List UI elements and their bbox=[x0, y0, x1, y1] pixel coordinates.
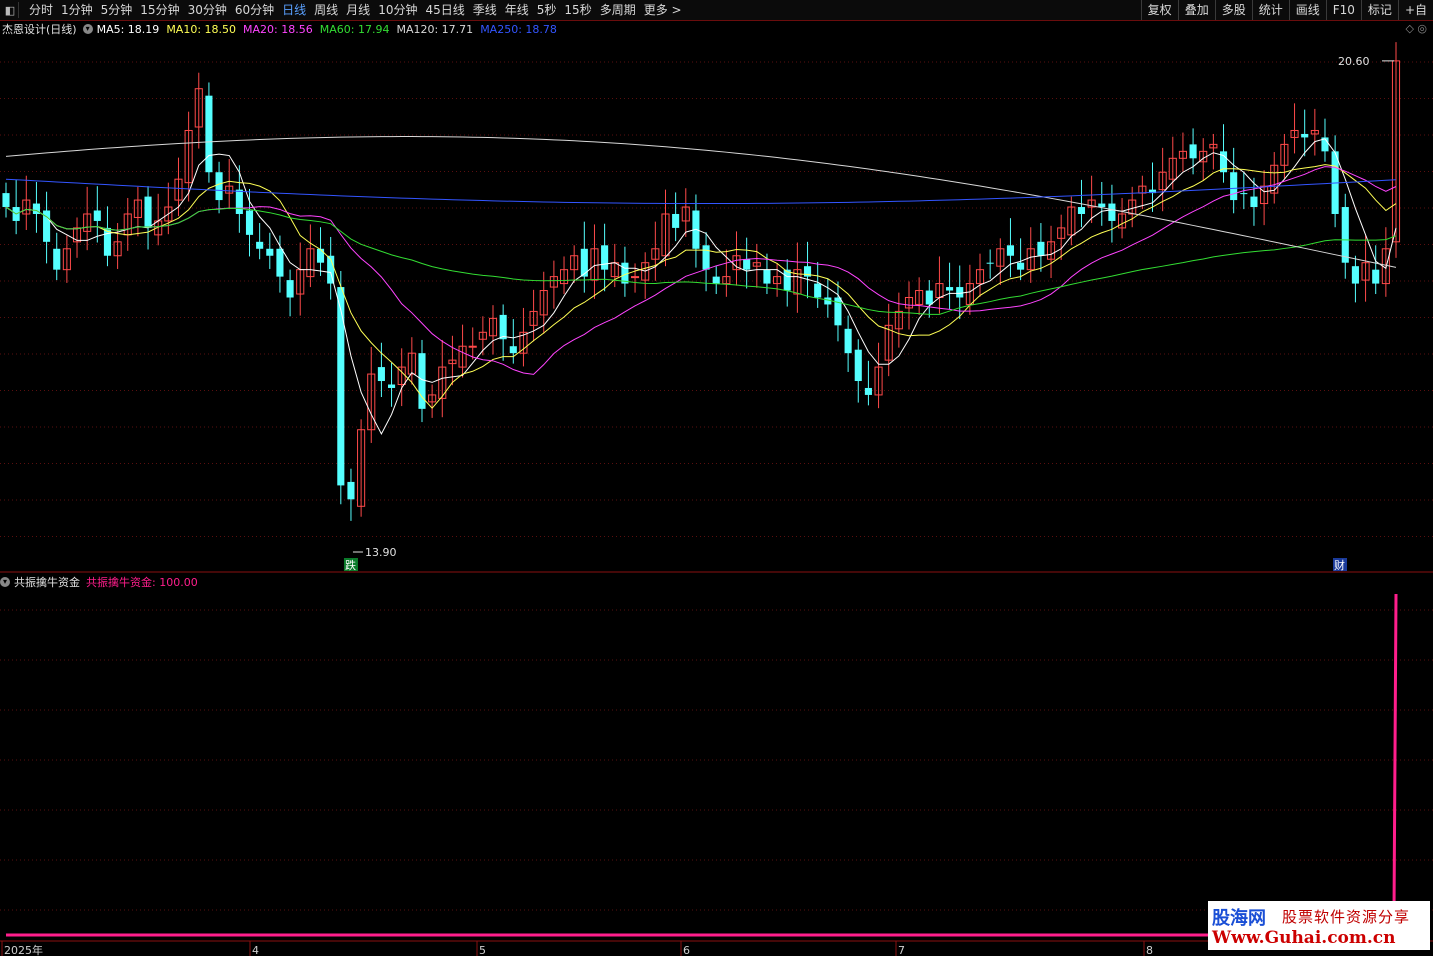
candle-body bbox=[864, 387, 872, 395]
candle-body bbox=[266, 248, 274, 256]
ma20-line bbox=[5, 166, 1397, 375]
x-axis-label: 8 bbox=[1146, 944, 1153, 956]
x-axis-label: 2025年 bbox=[4, 943, 43, 956]
candle-body bbox=[743, 259, 751, 270]
candle-body bbox=[1301, 133, 1309, 138]
candle-body bbox=[93, 210, 101, 221]
candle-body bbox=[276, 248, 284, 277]
kline-chart[interactable]: 20.60 13.90 跌 财 2025年 4 5 6 7 8 bbox=[0, 0, 1433, 956]
candle-body bbox=[601, 245, 609, 270]
candle-body bbox=[1077, 207, 1086, 214]
ma5-line bbox=[5, 138, 1397, 435]
candle-body bbox=[1006, 245, 1015, 256]
candle-body bbox=[509, 346, 517, 354]
candle-body bbox=[946, 287, 954, 291]
ma10-line bbox=[5, 164, 1397, 409]
watermark-brand: 股海网 bbox=[1212, 908, 1266, 929]
watermark-slogan: 股票软件资源分享 bbox=[1282, 908, 1411, 926]
candle-body bbox=[377, 367, 385, 382]
x-axis-label: 4 bbox=[252, 944, 259, 956]
ma250-line bbox=[5, 178, 1397, 205]
candle-body bbox=[1351, 266, 1359, 284]
candle-body bbox=[631, 276, 640, 279]
ma60-line bbox=[5, 206, 1397, 315]
candle-body bbox=[1017, 262, 1025, 270]
candle-body bbox=[814, 283, 822, 298]
low-price-label: 13.90 bbox=[365, 546, 397, 559]
candle-body bbox=[53, 248, 61, 270]
candle-body bbox=[205, 95, 213, 173]
candle-body bbox=[672, 213, 680, 228]
candle-body bbox=[286, 280, 294, 298]
candle-body bbox=[215, 172, 223, 201]
candle-body bbox=[1372, 269, 1380, 284]
candle-body bbox=[418, 353, 426, 409]
candle-body bbox=[499, 314, 507, 340]
candle-body bbox=[1341, 207, 1349, 263]
candle-body bbox=[1230, 172, 1238, 201]
x-axis-label: 7 bbox=[898, 944, 905, 956]
candle-body bbox=[144, 196, 152, 228]
candle-body bbox=[783, 269, 791, 291]
candle-body bbox=[347, 481, 355, 500]
candle-body bbox=[1098, 203, 1106, 208]
candle-body bbox=[1037, 241, 1045, 256]
candle-body bbox=[1189, 144, 1197, 159]
x-axis-label: 5 bbox=[479, 944, 486, 956]
candle-body bbox=[956, 287, 964, 298]
candle-body bbox=[580, 248, 588, 277]
indicator-line bbox=[6, 593, 1398, 937]
x-axis-label: 6 bbox=[683, 944, 690, 956]
candle-body bbox=[2, 193, 10, 208]
high-price-label: 20.60 bbox=[1338, 55, 1370, 68]
candle-body bbox=[712, 276, 720, 284]
candle-body bbox=[763, 269, 771, 284]
candle-body bbox=[621, 262, 629, 284]
event-marker-recent: 财 bbox=[1334, 558, 1345, 572]
candle-body bbox=[854, 349, 862, 382]
candle-body bbox=[986, 262, 994, 264]
candle-body bbox=[925, 290, 933, 305]
candle-body bbox=[468, 345, 477, 348]
candle-body bbox=[702, 245, 710, 270]
candle-body bbox=[235, 189, 243, 214]
watermark-logo: 股海网 股票软件资源分享 Www.Guhai.com.cn bbox=[1208, 901, 1430, 950]
watermark-url: Www.Guhai.com.cn bbox=[1212, 928, 1396, 948]
candle-body bbox=[387, 384, 396, 388]
candle-body bbox=[256, 241, 264, 249]
candle-body bbox=[245, 210, 254, 235]
candle-body bbox=[337, 287, 345, 486]
candle-body bbox=[316, 248, 325, 263]
event-marker-low: 跌 bbox=[345, 558, 356, 572]
candle-body bbox=[1250, 196, 1258, 208]
ma120-line bbox=[5, 136, 1397, 268]
candle-body bbox=[844, 328, 852, 354]
candle-body bbox=[1240, 193, 1248, 195]
candle-body bbox=[1108, 203, 1116, 221]
